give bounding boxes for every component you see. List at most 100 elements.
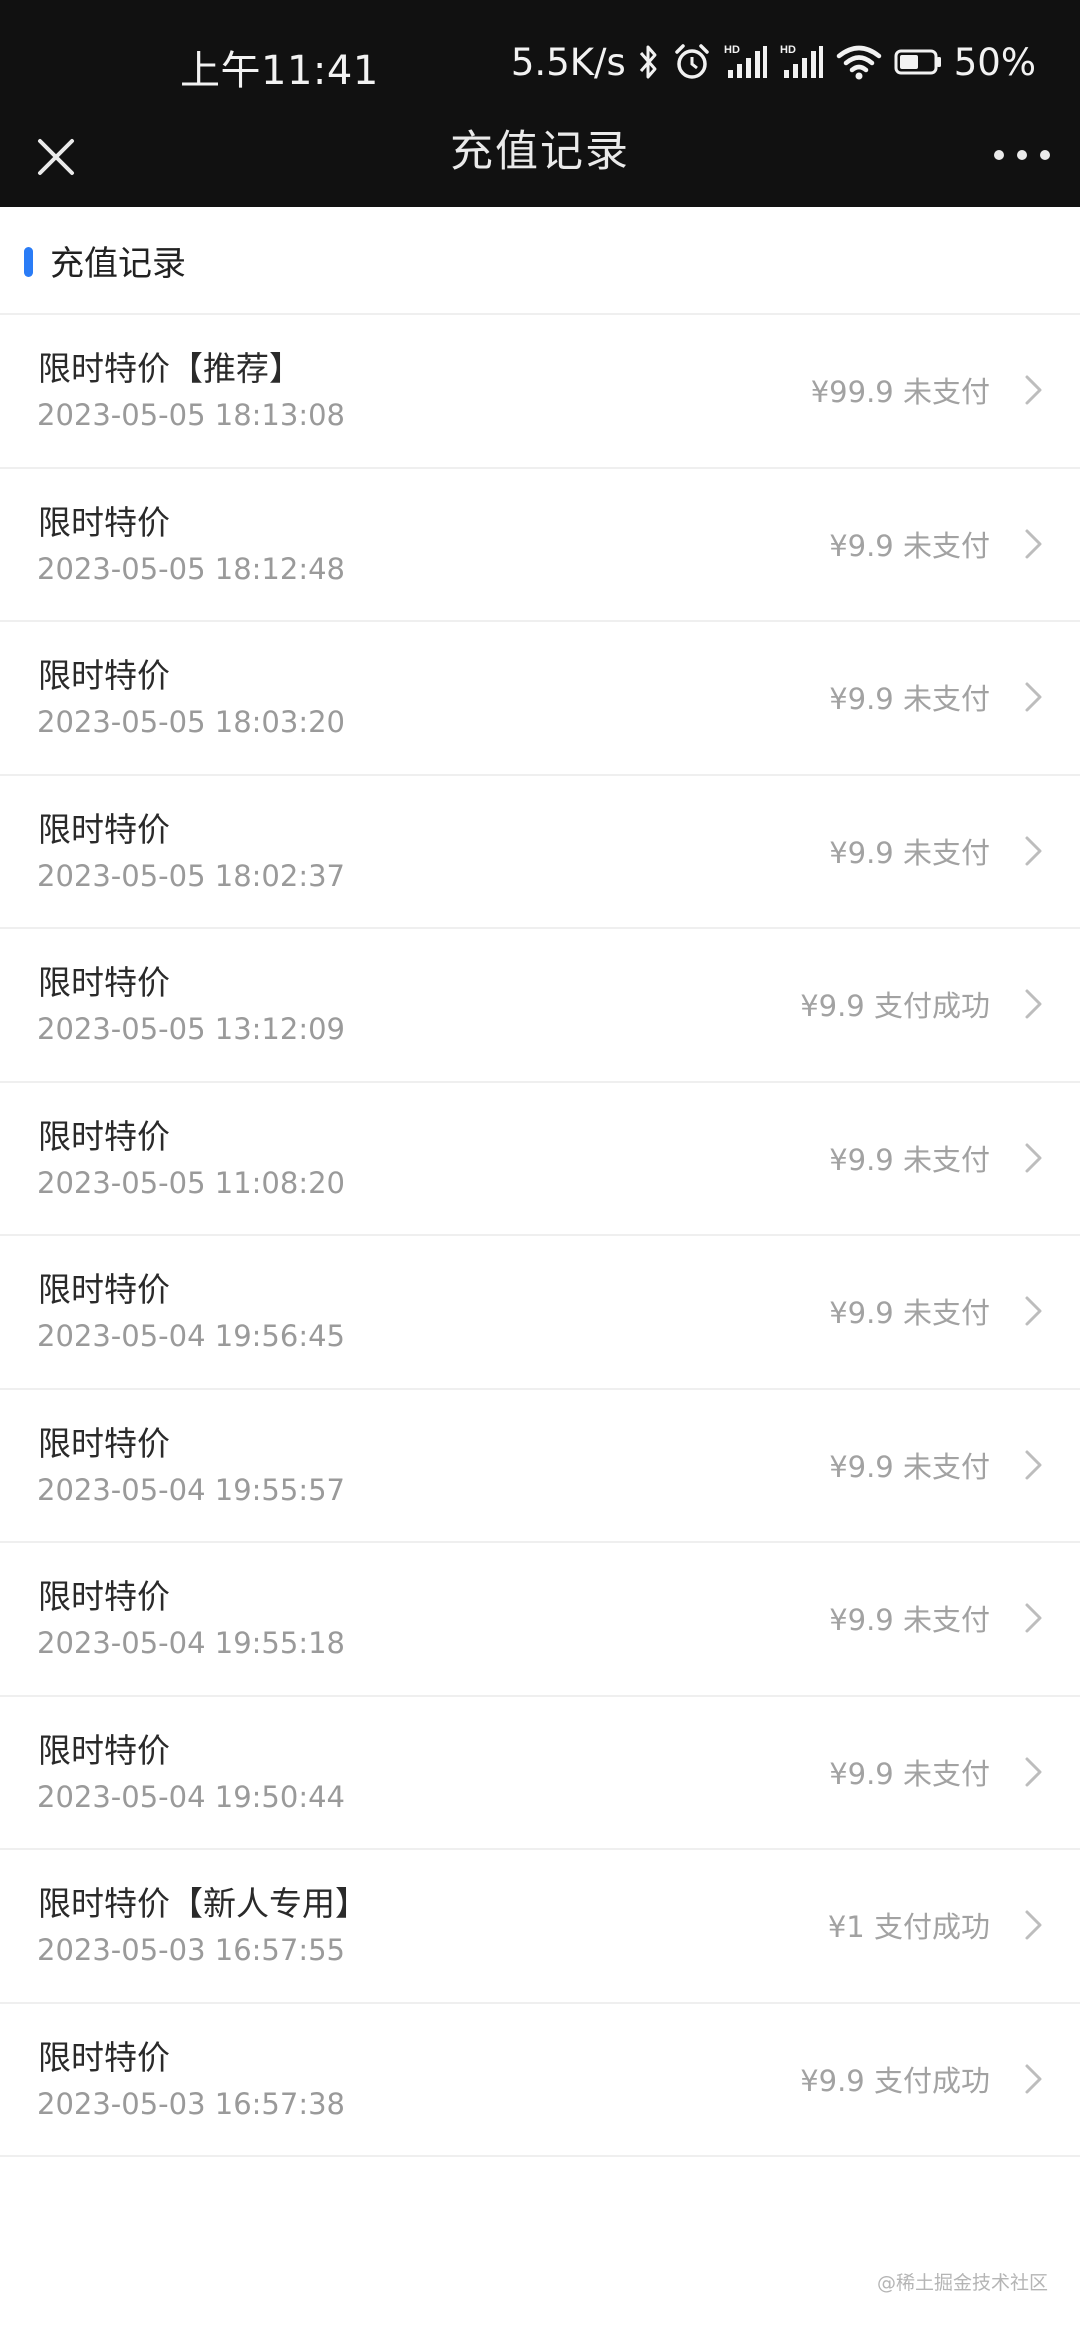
record-row[interactable]: 限时特价 2023-05-05 18:02:37 ¥9.9 未支付 <box>0 776 1080 929</box>
record-name: 限时特价 <box>38 1423 170 1463</box>
watermark: @稀土掘金技术社区 <box>876 2272 1048 2294</box>
record-name: 限时特价 <box>38 656 170 695</box>
section-header: 充值记录 <box>0 207 1080 315</box>
record-time: 2023-05-05 18:12:48 <box>37 551 345 586</box>
records-list: 限时特价【推荐】 2023-05-05 18:13:08 ¥99.9 未支付 限时特价… <box>0 315 1080 2157</box>
record-status: 未支付 <box>902 1603 990 1637</box>
section-title: 充值记录 <box>50 244 186 284</box>
record-time: 2023-05-04 19:56:45 <box>37 1319 345 1353</box>
record-amount-status: ¥9.9 未支付 <box>829 1290 990 1332</box>
record-status: 支付成功 <box>873 1910 990 1944</box>
svg-text:HD: HD <box>780 44 796 56</box>
chevron-right-icon <box>1022 1448 1046 1482</box>
record-row[interactable]: 限时特价 2023-05-05 13:12:09 ¥9.9 支付成功 <box>0 929 1080 1083</box>
chevron-right-icon <box>1022 373 1046 407</box>
more-dots-icon[interactable] <box>994 133 1050 177</box>
record-amount-status: ¥9.9 未支付 <box>829 523 990 565</box>
record-time: 2023-05-04 19:55:57 <box>37 1472 345 1507</box>
record-name: 限时特价 <box>38 1730 170 1770</box>
record-amount-status: ¥9.9 支付成功 <box>800 983 990 1025</box>
hd-signal-icon: HD <box>780 42 824 82</box>
status-bar: 上午11:41 5.5K/s HD HD 50% <box>0 0 1080 125</box>
record-amount-status: ¥9.9 未支付 <box>829 1137 990 1179</box>
record-amount: ¥9.9 <box>829 528 894 563</box>
record-amount-status: ¥1 支付成功 <box>828 1904 990 1946</box>
record-row[interactable]: 限时特价 2023-05-05 18:03:20 ¥9.9 未支付 <box>0 622 1080 776</box>
chevron-right-icon <box>1022 2062 1046 2096</box>
record-time: 2023-05-05 13:12:09 <box>37 1012 345 1046</box>
record-name: 限时特价 <box>38 1577 170 1616</box>
record-name: 限时特价【新人专用】 <box>38 1884 368 1923</box>
record-amount: ¥9.9 <box>829 835 894 870</box>
record-row[interactable]: 限时特价 2023-05-04 19:55:57 ¥9.9 未支付 <box>0 1390 1080 1543</box>
page-title: 充值记录 <box>450 127 630 177</box>
record-amount: ¥9.9 <box>800 2063 865 2098</box>
bluetooth-icon <box>638 42 660 82</box>
record-amount-status: ¥9.9 未支付 <box>829 676 990 718</box>
network-speed: 5.5K/s <box>510 40 626 84</box>
chevron-right-icon <box>1022 834 1046 868</box>
battery-percent: 50% <box>953 40 1036 84</box>
record-amount-status: ¥9.9 未支付 <box>829 1597 990 1639</box>
chevron-right-icon <box>1022 1908 1046 1942</box>
status-indicators: 5.5K/s HD HD 50% <box>511 34 1036 90</box>
record-amount: ¥9.9 <box>800 989 865 1023</box>
record-name: 限时特价【推荐】 <box>38 349 302 388</box>
dot <box>994 150 1004 160</box>
chevron-right-icon <box>1022 1755 1046 1789</box>
dot <box>1040 150 1050 160</box>
dot <box>1017 150 1027 160</box>
record-amount: ¥99.9 <box>810 375 894 409</box>
svg-text:HD: HD <box>724 44 740 56</box>
chevron-right-icon <box>1022 1601 1046 1635</box>
record-time: 2023-05-04 19:55:18 <box>37 1626 345 1660</box>
status-time: 上午11:41 <box>180 48 379 94</box>
titlebar: 充值记录 <box>0 125 1080 207</box>
chevron-right-icon <box>1022 527 1046 561</box>
record-name: 限时特价 <box>38 963 170 1002</box>
record-status: 未支付 <box>902 835 990 870</box>
record-status: 未支付 <box>902 1142 990 1177</box>
record-status: 未支付 <box>902 682 990 716</box>
record-time: 2023-05-03 16:57:38 <box>37 2086 345 2121</box>
record-name: 限时特价 <box>38 809 170 849</box>
record-amount: ¥9.9 <box>829 1296 894 1330</box>
record-status: 未支付 <box>902 1449 990 1484</box>
record-time: 2023-05-04 19:50:44 <box>37 1779 345 1814</box>
record-row[interactable]: 限时特价 2023-05-04 19:55:18 ¥9.9 未支付 <box>0 1543 1080 1697</box>
battery-icon <box>894 42 942 82</box>
wifi-icon <box>836 42 882 82</box>
record-amount-status: ¥9.9 未支付 <box>829 1751 990 1793</box>
record-name: 限时特价 <box>38 1270 170 1309</box>
record-row[interactable]: 限时特价【推荐】 2023-05-05 18:13:08 ¥99.9 未支付 <box>0 315 1080 469</box>
chevron-right-icon <box>1022 987 1046 1021</box>
chevron-right-icon <box>1022 680 1046 714</box>
record-status: 未支付 <box>902 1296 990 1330</box>
record-amount: ¥9.9 <box>829 682 894 716</box>
record-status: 支付成功 <box>873 989 990 1023</box>
record-row[interactable]: 限时特价 2023-05-03 16:57:38 ¥9.9 支付成功 <box>0 2004 1080 2157</box>
record-amount-status: ¥99.9 未支付 <box>811 369 990 411</box>
record-row[interactable]: 限时特价 2023-05-04 19:56:45 ¥9.9 未支付 <box>0 1236 1080 1390</box>
record-status: 未支付 <box>902 528 990 563</box>
record-name: 限时特价 <box>38 502 170 542</box>
record-name: 限时特价 <box>38 1116 170 1156</box>
record-row[interactable]: 限时特价 2023-05-04 19:50:44 ¥9.9 未支付 <box>0 1697 1080 1850</box>
record-row[interactable]: 限时特价【新人专用】 2023-05-03 16:57:55 ¥1 支付成功 <box>0 1850 1080 2004</box>
record-amount-status: ¥9.9 支付成功 <box>800 2058 990 2100</box>
record-time: 2023-05-05 18:02:37 <box>37 858 345 893</box>
record-row[interactable]: 限时特价 2023-05-05 11:08:20 ¥9.9 未支付 <box>0 1083 1080 1236</box>
record-status: 未支付 <box>902 375 990 409</box>
alarm-icon <box>672 42 712 82</box>
chevron-right-icon <box>1022 1294 1046 1328</box>
record-time: 2023-05-05 18:13:08 <box>37 398 345 432</box>
record-time: 2023-05-03 16:57:55 <box>37 1933 345 1967</box>
record-amount: ¥9.9 <box>829 1603 894 1637</box>
record-status: 支付成功 <box>873 2063 990 2098</box>
record-time: 2023-05-05 11:08:20 <box>37 1165 345 1200</box>
record-amount: ¥9.9 <box>829 1756 894 1791</box>
record-row[interactable]: 限时特价 2023-05-05 18:12:48 ¥9.9 未支付 <box>0 469 1080 622</box>
record-time: 2023-05-05 18:03:20 <box>37 705 345 739</box>
record-amount: ¥9.9 <box>829 1449 894 1484</box>
section-accent-bar <box>24 247 33 277</box>
